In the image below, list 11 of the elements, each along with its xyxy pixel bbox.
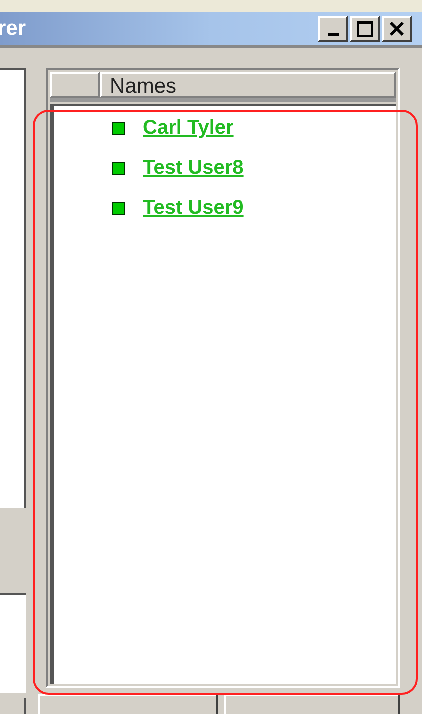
column-header[interactable] [50, 72, 100, 98]
close-button[interactable] [382, 16, 412, 42]
column-header[interactable]: Names [100, 72, 396, 98]
name-link[interactable]: Carl Tyler [143, 114, 234, 143]
maximize-icon [357, 20, 373, 36]
minimize-button[interactable] [318, 16, 348, 42]
name-link[interactable]: Test User9 [143, 194, 244, 223]
close-icon [389, 20, 405, 36]
maximize-button[interactable] [350, 16, 380, 42]
name-link[interactable]: Test User8 [143, 154, 244, 183]
minimize-icon [328, 32, 338, 36]
